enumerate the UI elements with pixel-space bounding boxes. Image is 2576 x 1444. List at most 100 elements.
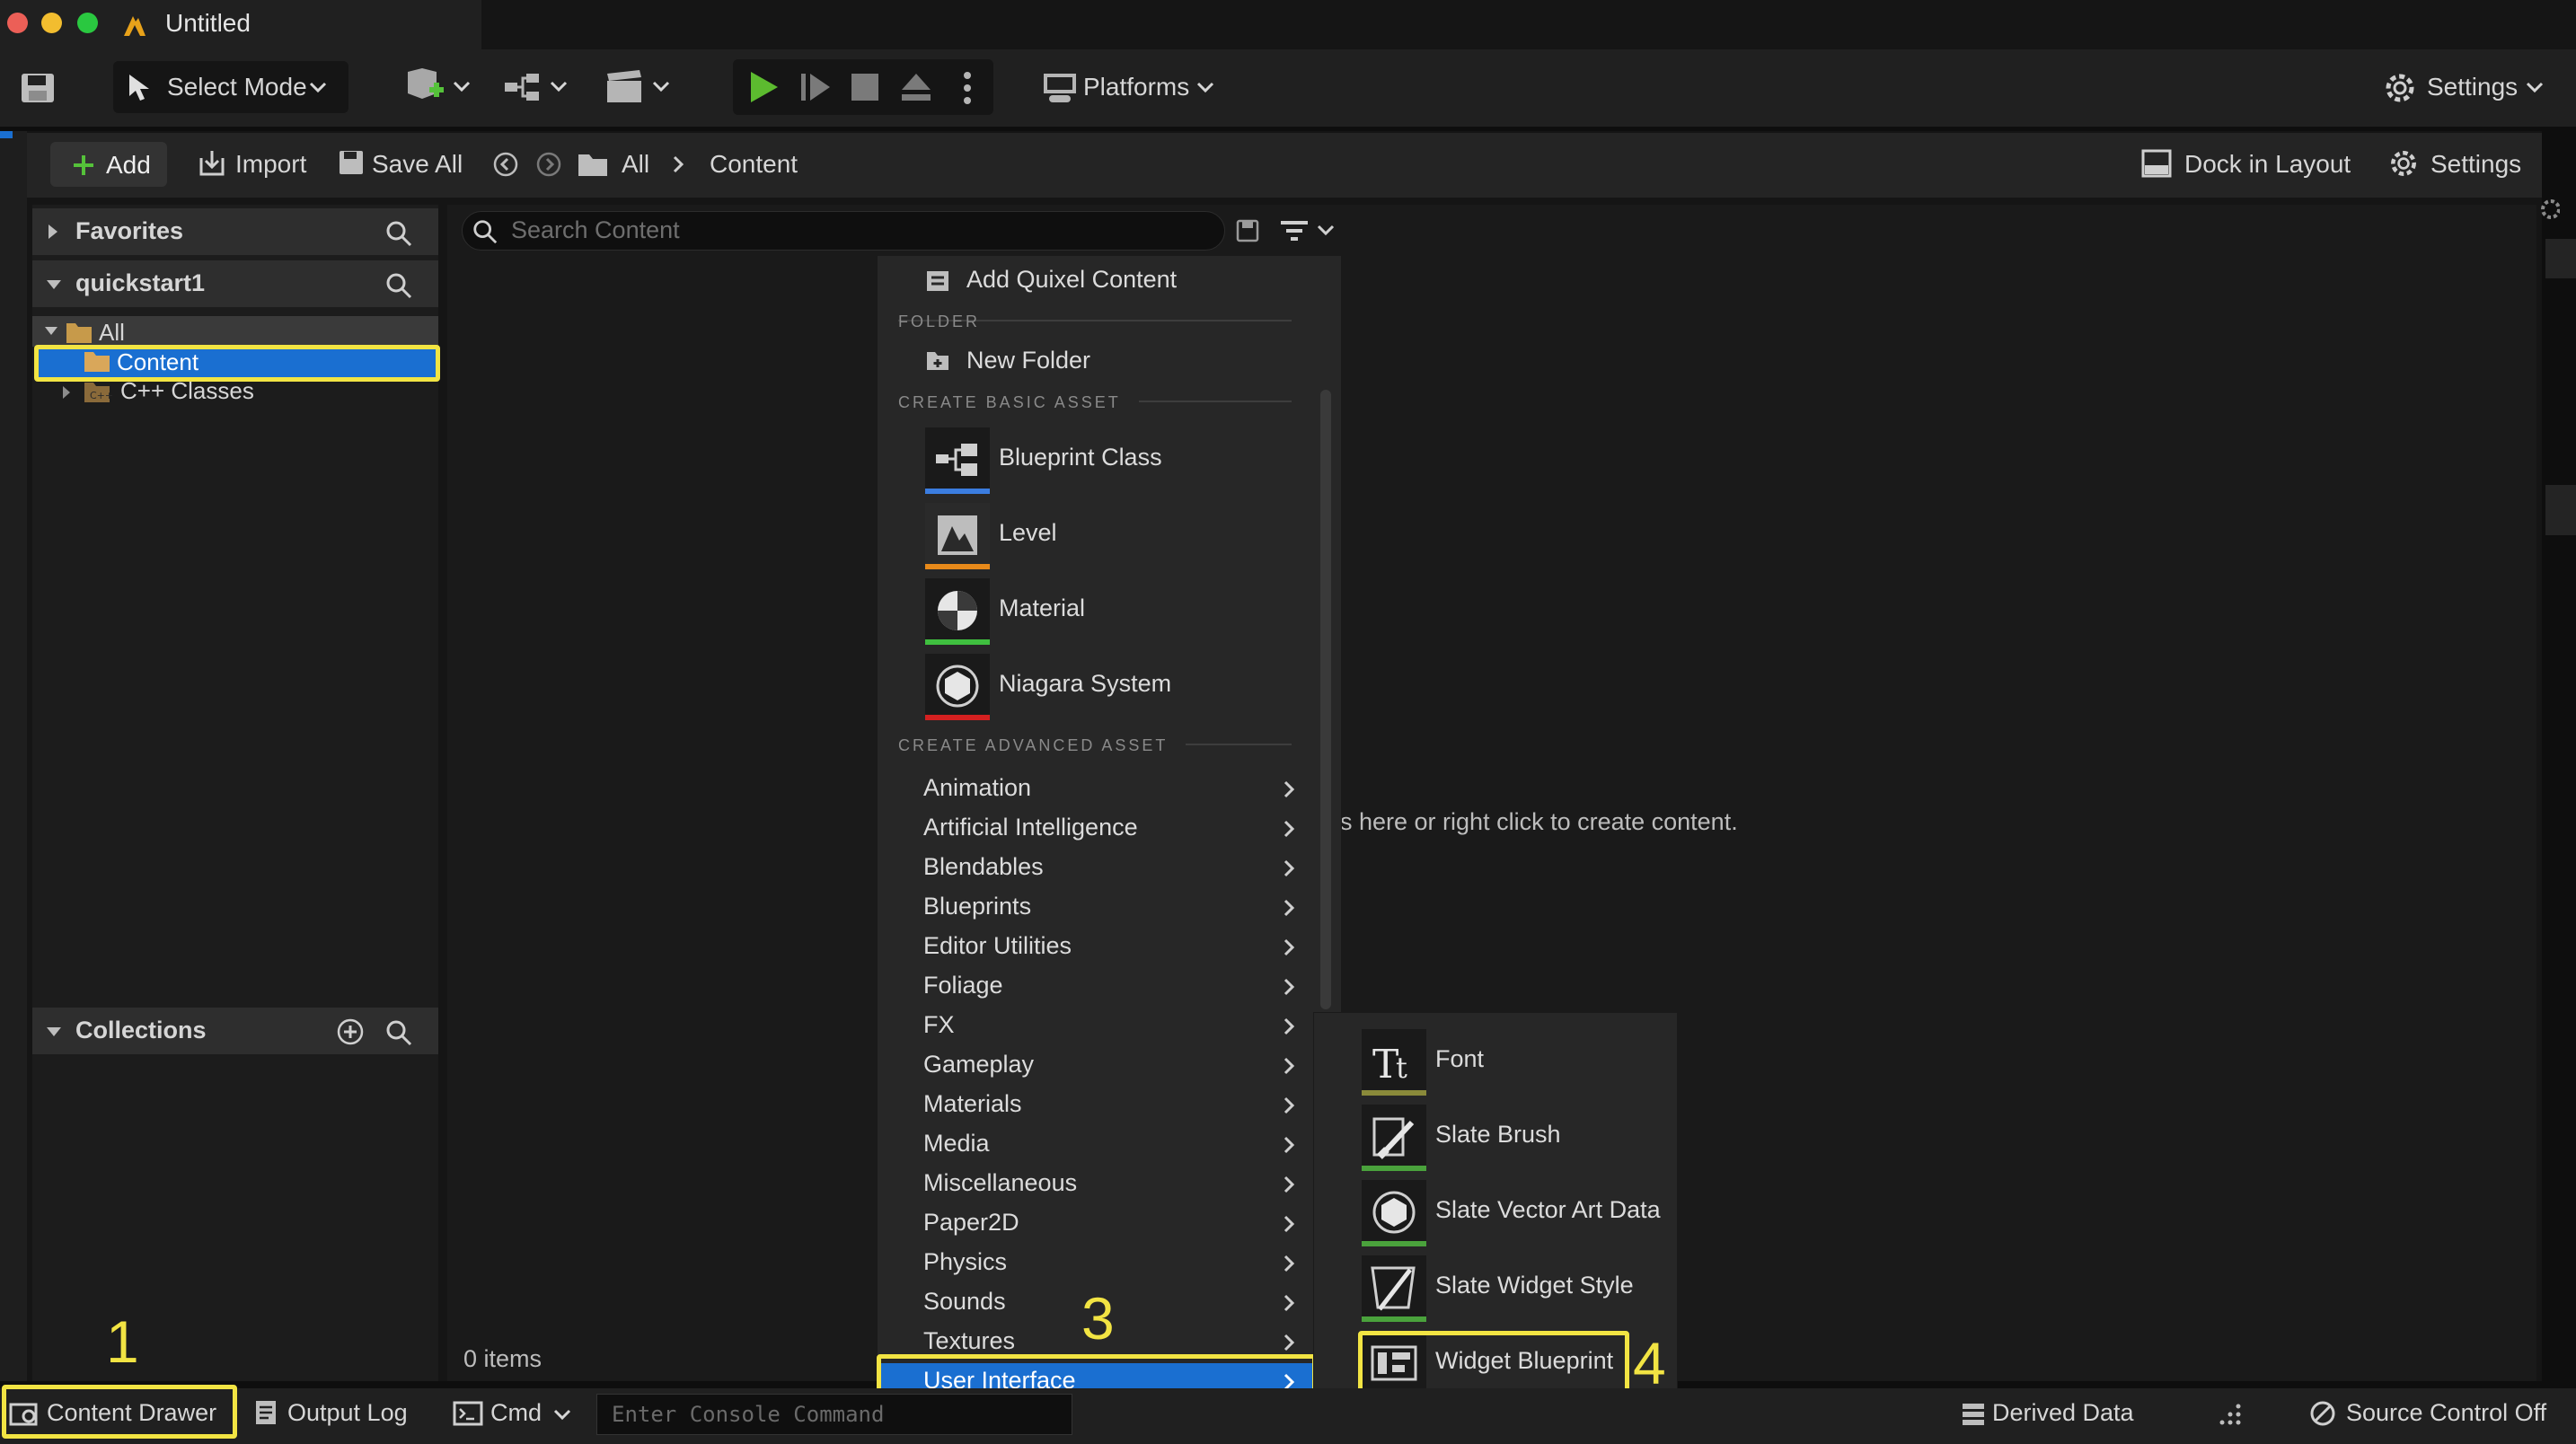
- derived-data-button[interactable]: Derived Data: [1992, 1399, 2134, 1427]
- quixel-icon: [925, 269, 950, 293]
- menu-category-foliage[interactable]: Foliage: [880, 968, 1313, 1006]
- dock-layout-icon: [2141, 149, 2172, 178]
- chevron-right-icon: [1283, 1175, 1295, 1194]
- chevron-right-icon: [1283, 1096, 1295, 1115]
- chevron-right-icon: [61, 384, 72, 401]
- highlight-box-2: [34, 345, 440, 382]
- collections-header[interactable]: Collections: [32, 1008, 438, 1054]
- play-icon[interactable]: [747, 70, 781, 104]
- add-actor-icon[interactable]: [404, 66, 472, 108]
- tree-cpp-label[interactable]: C++ Classes: [120, 377, 254, 405]
- eject-icon[interactable]: [900, 72, 932, 102]
- menu-category-fx[interactable]: FX: [880, 1008, 1313, 1045]
- chevron-right-icon: [1283, 1333, 1295, 1352]
- menu-item-add-quixel[interactable]: Add Quixel Content: [966, 266, 1177, 294]
- menu-category-materials[interactable]: Materials: [880, 1087, 1313, 1124]
- output-log-button[interactable]: Output Log: [287, 1399, 408, 1427]
- slate-widget-style-label: Slate Widget Style: [1435, 1272, 1634, 1299]
- forward-arrow-icon[interactable]: [535, 151, 562, 178]
- section-create-basic: CREATE BASIC ASSET: [898, 393, 1121, 411]
- search-icon[interactable]: [384, 1018, 413, 1047]
- asset-color-bar: [1362, 1241, 1426, 1246]
- menu-category-miscellaneous[interactable]: Miscellaneous: [880, 1166, 1313, 1203]
- dock-in-layout-button[interactable]: Dock in Layout: [2184, 150, 2351, 179]
- slate-vector-art-label: Slate Vector Art Data: [1435, 1196, 1661, 1223]
- network-icon[interactable]: [2217, 1401, 2244, 1428]
- source-control-button[interactable]: Source Control Off: [2346, 1399, 2546, 1427]
- chevron-right-icon: [1283, 858, 1295, 878]
- niagara-system-icon: [925, 654, 990, 718]
- folder-icon: [577, 151, 609, 178]
- add-button[interactable]: Add: [50, 142, 167, 187]
- plus-icon: [72, 154, 95, 177]
- chevron-right-icon: [1283, 1056, 1295, 1076]
- chevron-right-icon: [1283, 898, 1295, 918]
- svg-text:t: t: [1396, 1051, 1407, 1085]
- chevron-right-icon: [47, 223, 59, 241]
- menu-category-blueprints[interactable]: Blueprints: [880, 889, 1313, 927]
- save-search-icon[interactable]: [1236, 219, 1259, 242]
- platforms-button[interactable]: Platforms: [1083, 73, 1189, 101]
- menu-category-label: Materials: [923, 1090, 1022, 1117]
- stop-icon[interactable]: [851, 74, 878, 101]
- filter-icon[interactable]: [1279, 219, 1338, 244]
- menu-category-label: Blueprints: [923, 893, 1032, 920]
- chevron-down-icon: [45, 278, 63, 291]
- select-mode-dropdown[interactable]: Select Mode: [113, 61, 348, 113]
- slate-widget-style-icon: [1362, 1255, 1426, 1320]
- search-icon[interactable]: [384, 219, 413, 248]
- menu-category-editor-utilities[interactable]: Editor Utilities: [880, 929, 1313, 966]
- cmd-dropdown[interactable]: Cmd: [490, 1399, 542, 1427]
- import-icon: [198, 149, 226, 178]
- more-options-icon[interactable]: [961, 70, 974, 106]
- menu-scrollbar[interactable]: [1320, 390, 1331, 1009]
- chevron-right-icon: [1283, 819, 1295, 839]
- cinematics-icon[interactable]: [604, 68, 672, 106]
- save-all-button[interactable]: Save All: [372, 150, 463, 179]
- search-icon[interactable]: [384, 271, 413, 300]
- tree-item-all[interactable]: All: [32, 316, 438, 347]
- niagara-system-label: Niagara System: [999, 670, 1172, 697]
- annotation-3: 3: [1081, 1285, 1115, 1352]
- search-input[interactable]: Search Content: [462, 211, 1225, 251]
- save-icon[interactable]: [20, 72, 56, 104]
- add-circle-icon[interactable]: [336, 1017, 365, 1046]
- asset-color-bar: [925, 489, 990, 494]
- menu-category-animation[interactable]: Animation: [880, 770, 1313, 808]
- menu-category-gameplay[interactable]: Gameplay: [880, 1047, 1313, 1085]
- breadcrumb-all[interactable]: All: [622, 150, 649, 179]
- step-icon[interactable]: [799, 70, 832, 104]
- zoom-window-button[interactable]: [77, 13, 98, 33]
- annotation-1: 1: [106, 1308, 139, 1375]
- project-header[interactable]: quickstart1: [32, 260, 438, 307]
- settings-button[interactable]: Settings: [2427, 73, 2518, 101]
- font-icon: Tt: [1362, 1029, 1426, 1094]
- menu-category-blendables[interactable]: Blendables: [880, 850, 1313, 887]
- menu-category-paper2d[interactable]: Paper2D: [880, 1205, 1313, 1243]
- menu-item-new-folder[interactable]: New Folder: [966, 347, 1090, 374]
- chevron-right-icon: [1283, 938, 1295, 957]
- section-create-advanced: CREATE ADVANCED ASSET: [898, 736, 1169, 754]
- minimize-window-button[interactable]: [41, 13, 62, 33]
- unreal-logo-icon: [120, 11, 149, 40]
- gear-icon: [2382, 70, 2418, 106]
- asset-color-bar: [1362, 1090, 1426, 1096]
- back-arrow-icon[interactable]: [492, 151, 519, 178]
- breadcrumb-content[interactable]: Content: [710, 150, 798, 179]
- menu-category-label: Sounds: [923, 1288, 1006, 1315]
- material-label: Material: [999, 594, 1086, 621]
- favorites-header[interactable]: Favorites: [32, 208, 438, 255]
- font-label: Font: [1435, 1045, 1485, 1072]
- blueprint-toolbar-icon[interactable]: [503, 70, 571, 106]
- drawer-settings-button[interactable]: Settings: [2430, 150, 2521, 179]
- chevron-right-icon: [1283, 977, 1295, 997]
- console-input[interactable]: Enter Console Command: [596, 1394, 1072, 1435]
- menu-category-physics[interactable]: Physics: [880, 1245, 1313, 1282]
- menu-category-media[interactable]: Media: [880, 1126, 1313, 1164]
- platforms-icon: [1042, 72, 1078, 104]
- menu-category-label: FX: [923, 1011, 955, 1038]
- menu-category-artificial-intelligence[interactable]: Artificial Intelligence: [880, 810, 1313, 848]
- import-button[interactable]: Import: [235, 150, 306, 179]
- gear-icon[interactable]: [2536, 196, 2560, 223]
- close-window-button[interactable]: [7, 13, 28, 33]
